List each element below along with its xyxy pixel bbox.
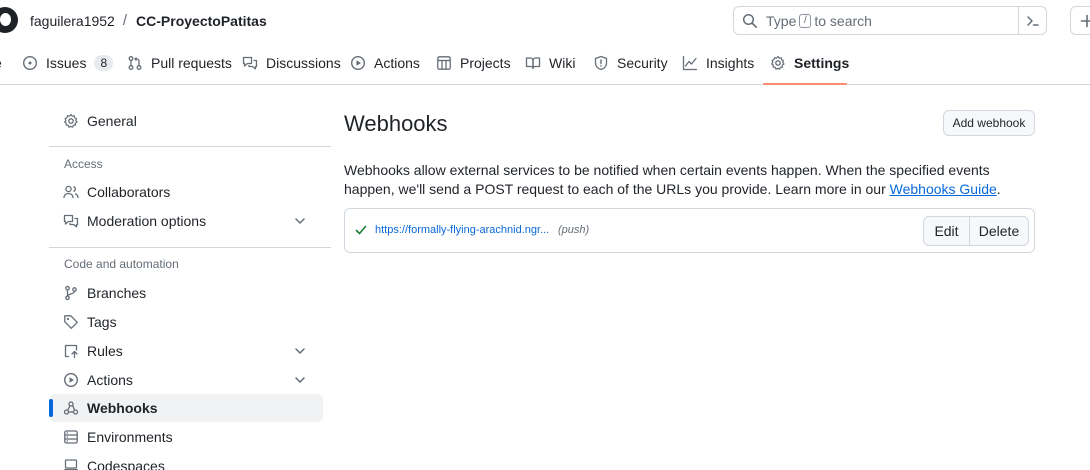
tab-issues-label: Issues [46,54,87,71]
page-title: Webhooks [344,111,448,136]
sidebar-item-label: Collaborators [87,184,171,200]
webhook-list-item: https://formally-flying-arachnid.ngr... … [344,208,1035,253]
sidebar-item-moderation-options[interactable]: Moderation options [49,207,323,235]
gear-icon [63,113,79,129]
tab-actions[interactable]: Actions [350,40,420,85]
repo-push-icon [63,343,79,359]
global-header: faguilera1952 / CC-ProyectoPatitas Type … [0,0,1090,40]
search-placeholder-prefix: Type [766,12,797,29]
tab-issues[interactable]: Issues 8 [22,40,114,85]
sidebar-divider [49,146,331,147]
owner-link[interactable]: faguilera1952 [30,13,115,29]
search-icon [742,13,758,29]
issues-counter: 8 [94,54,114,71]
server-icon [63,429,79,445]
tab-actions-label: Actions [374,54,420,71]
sidebar-divider [49,247,331,248]
tab-wiki[interactable]: Wiki [525,40,575,85]
sidebar-item-rules[interactable]: Rules [49,337,323,365]
webhooks-description: Webhooks allow external services to be n… [344,161,1035,199]
play-icon [350,55,366,71]
search-placeholder: Type / to search [766,13,872,29]
edit-button[interactable]: Edit [924,217,970,245]
book-icon [525,55,541,71]
sidebar-item-label: Codespaces [87,458,165,470]
tab-code-fragment: e [0,55,2,71]
check-icon [355,224,367,236]
tab-discussions[interactable]: Discussions [242,40,341,85]
tab-security[interactable]: Security [593,40,668,85]
sidebar-item-collaborators[interactable]: Collaborators [49,178,323,206]
tab-projects[interactable]: Projects [436,40,511,85]
github-logo-icon[interactable] [0,7,18,33]
tab-settings-label: Settings [794,54,850,71]
create-new-button[interactable] [1070,6,1090,35]
terminal-icon [1026,15,1039,26]
tab-insights[interactable]: Insights [682,40,754,85]
sidebar-item-general[interactable]: General [49,107,323,135]
sidebar-item-label: General [87,113,137,129]
tab-code-partial[interactable]: e [0,40,2,85]
codespaces-icon [63,458,79,470]
tab-wiki-label: Wiki [549,54,576,71]
sidebar-item-environments[interactable]: Environments [49,423,323,451]
plus-icon [1080,14,1090,27]
slash-key-hint: / [799,13,812,28]
comment-discussion-icon [63,213,79,229]
sidebar-item-label: Environments [87,429,173,445]
sidebar-item-branches[interactable]: Branches [49,279,323,307]
tab-pull-requests-label: Pull requests [151,54,232,71]
sidebar-item-label: Actions [87,372,133,388]
comment-discussion-icon [242,55,258,71]
tab-insights-label: Insights [706,54,755,71]
tab-projects-label: Projects [460,54,511,71]
table-icon [436,55,452,71]
webhook-actions: Edit Delete [923,216,1029,246]
gear-icon [770,55,786,71]
sidebar-item-label: Tags [87,314,117,330]
command-palette-button[interactable] [1018,7,1046,34]
issue-opened-icon [22,55,38,71]
breadcrumb: faguilera1952 / CC-ProyectoPatitas [30,12,267,29]
tab-pull-requests[interactable]: Pull requests [127,40,232,85]
webhook-icon [63,400,79,416]
sidebar-item-label: Moderation options [87,213,207,229]
webhook-event: (push) [558,224,590,236]
play-icon [63,372,79,388]
add-webhook-button[interactable]: Add webhook [943,110,1035,136]
sidebar-item-webhooks[interactable]: Webhooks [49,394,323,422]
sidebar-item-label: Webhooks [87,400,158,416]
people-icon [63,184,79,200]
sidebar-item-label: Rules [87,343,123,359]
breadcrumb-separator: / [122,12,128,29]
repo-link[interactable]: CC-ProyectoPatitas [136,13,267,29]
tab-security-label: Security [617,54,668,71]
search-placeholder-suffix: to search [814,12,872,29]
git-branch-icon [63,285,79,301]
webhooks-guide-link[interactable]: Webhooks Guide [890,181,997,197]
sidebar-item-label: Branches [87,285,147,301]
tab-settings[interactable]: Settings [770,40,849,85]
chevron-down-icon[interactable] [292,372,308,388]
repo-navigation: e Issues 8 Pull requests Discussions Act… [0,40,1090,85]
chevron-down-icon[interactable] [292,343,308,359]
graph-icon [682,55,698,71]
shield-icon [593,55,609,71]
sidebar-item-tags[interactable]: Tags [49,308,323,336]
description-period: . [996,181,1001,197]
tag-icon [63,314,79,330]
delete-button[interactable]: Delete [970,217,1028,245]
git-pull-request-icon [127,55,143,71]
search-input[interactable]: Type / to search [733,6,1047,35]
sidebar-item-actions[interactable]: Actions [49,366,323,394]
sidebar-item-codespaces[interactable]: Codespaces [49,452,323,470]
sidebar-heading-code-automation: Code and automation [64,257,179,271]
active-tab-underline [763,83,847,85]
sidebar-heading-access: Access [64,157,103,171]
webhook-url-link[interactable]: https://formally-flying-arachnid.ngr... [375,224,549,236]
tab-discussions-label: Discussions [266,54,341,71]
chevron-down-icon[interactable] [292,213,308,229]
